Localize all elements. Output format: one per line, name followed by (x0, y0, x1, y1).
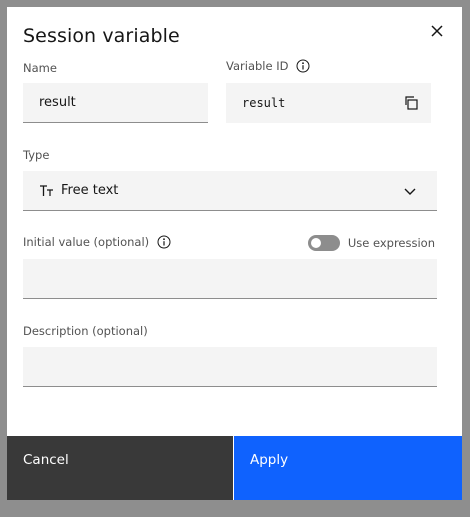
close-icon (431, 25, 443, 37)
modal-title: Session variable (23, 25, 180, 47)
initial-value-input[interactable] (23, 259, 437, 299)
description-input[interactable] (23, 347, 437, 387)
name-input-value: result (39, 95, 76, 110)
use-expression-toggle[interactable] (307, 235, 340, 251)
info-icon[interactable] (296, 59, 310, 73)
info-icon[interactable] (157, 235, 171, 249)
name-label-text: Name (23, 61, 57, 75)
type-select-value: Free text (61, 183, 119, 198)
use-expression-toggle-group: Use expression (307, 235, 435, 251)
cancel-button[interactable]: Cancel (7, 436, 233, 500)
variable-id-field: result (226, 83, 431, 123)
chevron-down-icon (404, 188, 416, 195)
type-label-text: Type (23, 148, 50, 162)
text-type-icon (40, 184, 53, 196)
modal-footer: Cancel Apply (7, 436, 462, 500)
copy-icon[interactable] (403, 95, 419, 111)
toggle-knob (310, 238, 321, 248)
type-label: Type (23, 148, 49, 162)
close-button[interactable] (425, 19, 449, 43)
variable-id-label: Variable ID (226, 59, 310, 73)
type-select[interactable]: Free text (23, 171, 437, 211)
name-label: Name (23, 61, 57, 75)
initial-value-label: Initial value (optional) (23, 235, 171, 249)
apply-button[interactable]: Apply (233, 436, 462, 500)
session-variable-modal: Session variable Name result Variable ID… (7, 7, 462, 500)
description-label-text: Description (optional) (23, 324, 148, 338)
name-input[interactable]: result (23, 83, 208, 123)
variable-id-label-text: Variable ID (226, 59, 289, 73)
description-label: Description (optional) (23, 324, 148, 338)
use-expression-label: Use expression (347, 236, 435, 250)
initial-value-label-text: Initial value (optional) (23, 235, 150, 249)
variable-id-value: result (242, 96, 286, 110)
